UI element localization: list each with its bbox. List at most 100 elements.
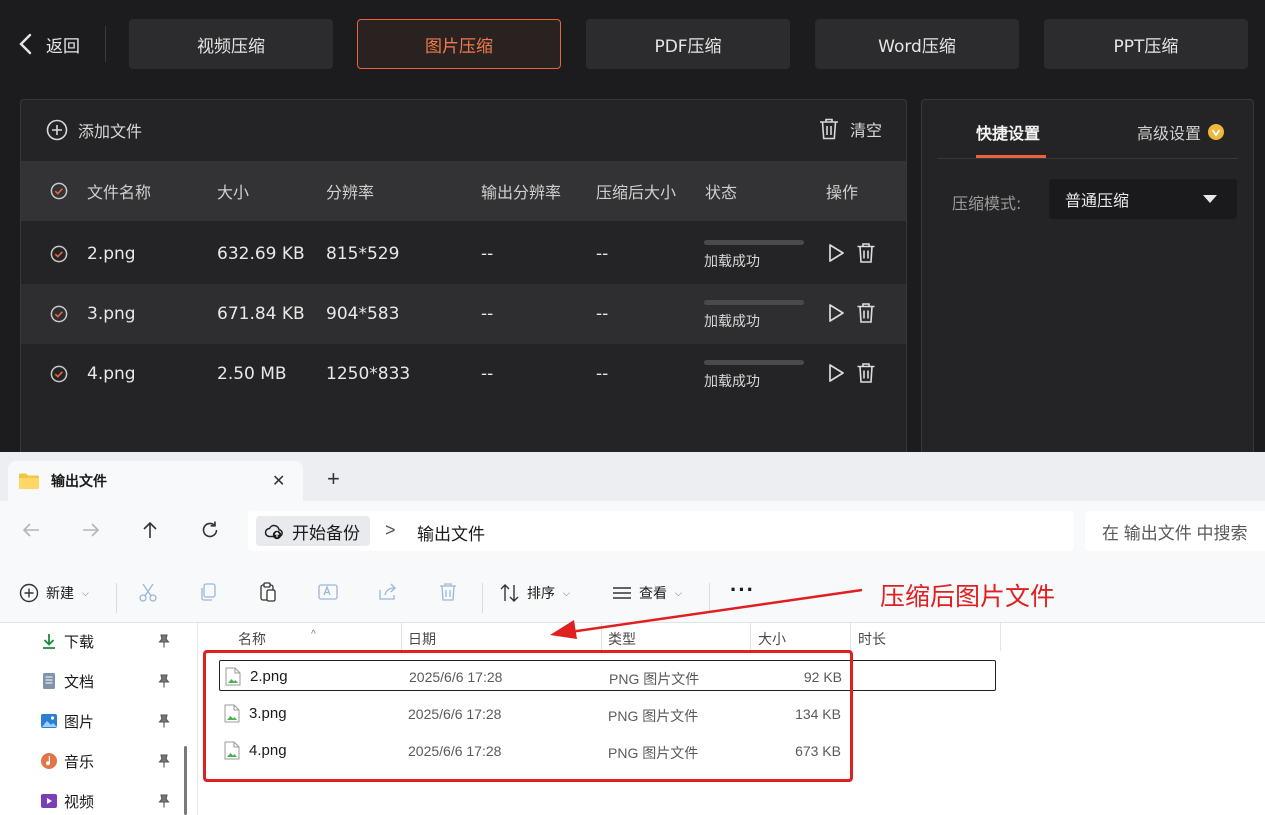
compression-app: 返回 视频压缩 图片压缩 PDF压缩 Word压缩 PPT压缩 添加文件 清空 … bbox=[0, 0, 1265, 452]
new-button[interactable]: 新建 ⌵ bbox=[18, 579, 89, 607]
sidebar-item-videos[interactable]: 视频 bbox=[40, 788, 94, 814]
delete-icon[interactable] bbox=[437, 581, 459, 603]
search-input[interactable]: 在 输出文件 中搜索 bbox=[1085, 511, 1265, 551]
table-row[interactable]: 3.png 671.84 KB 904*583 -- -- 加载成功 bbox=[21, 284, 906, 344]
tab-label: PDF压缩 bbox=[654, 36, 722, 57]
paste-icon[interactable] bbox=[257, 581, 279, 603]
tab-pdf-compress[interactable]: PDF压缩 bbox=[586, 19, 790, 69]
copy-icon[interactable] bbox=[197, 581, 219, 603]
col-filename: 文件名称 bbox=[87, 183, 152, 202]
folder-icon bbox=[19, 473, 39, 489]
back-arrow-icon[interactable] bbox=[20, 519, 42, 541]
annotation-highlight-box bbox=[203, 650, 853, 782]
column-divider[interactable] bbox=[1000, 623, 1001, 651]
chevron-left-icon bbox=[19, 33, 32, 55]
column-divider[interactable] bbox=[401, 623, 402, 651]
row-checkbox[interactable] bbox=[50, 224, 68, 284]
play-icon[interactable] bbox=[826, 362, 846, 384]
close-tab-icon[interactable]: ✕ bbox=[272, 471, 285, 491]
refresh-icon[interactable] bbox=[199, 519, 221, 541]
pin-icon[interactable] bbox=[158, 714, 170, 728]
row-checkbox[interactable] bbox=[50, 344, 68, 404]
trash-icon[interactable] bbox=[856, 242, 876, 264]
file-name: 2.png bbox=[87, 244, 136, 264]
table-header: 文件名称 大小 分辨率 输出分辨率 压缩后大小 状态 操作 bbox=[21, 161, 906, 221]
tab-advanced-settings[interactable]: 高级设置 bbox=[1137, 120, 1225, 144]
cut-icon[interactable] bbox=[137, 581, 159, 603]
new-tab-button[interactable]: + bbox=[327, 468, 340, 490]
explorer-tab[interactable]: 输出文件 ✕ bbox=[8, 461, 303, 501]
sidebar-item-downloads[interactable]: 下载 bbox=[40, 628, 94, 654]
sidebar-item-label: 图片 bbox=[64, 713, 95, 731]
navigation-bar: 开始备份 > 输出文件 在 输出文件 中搜索 bbox=[0, 501, 1265, 563]
table-row[interactable]: 2.png 632.69 KB 815*529 -- -- 加载成功 bbox=[21, 224, 906, 284]
tab-video-compress[interactable]: 视频压缩 bbox=[129, 19, 333, 69]
row-actions bbox=[826, 242, 876, 264]
add-file-label: 添加文件 bbox=[78, 122, 143, 141]
trash-icon[interactable] bbox=[856, 302, 876, 324]
sidebar-item-pictures[interactable]: 图片 bbox=[40, 708, 94, 734]
pin-icon[interactable] bbox=[158, 794, 170, 808]
navigation-pane: 下载 文档 图片 音乐 视频 bbox=[0, 623, 190, 815]
document-icon bbox=[43, 673, 55, 689]
status-text: 加载成功 bbox=[704, 314, 760, 330]
col-name[interactable]: 名称 bbox=[238, 629, 266, 649]
select-all-checkbox[interactable] bbox=[50, 161, 68, 221]
explorer-tab-bar: 输出文件 ✕ + bbox=[0, 452, 1265, 501]
file-resolution: 904*583 bbox=[326, 304, 400, 324]
sidebar-scrollbar[interactable] bbox=[184, 746, 187, 815]
advanced-label: 高级设置 bbox=[1137, 124, 1202, 143]
sort-icon bbox=[500, 584, 519, 602]
check-circle-icon bbox=[50, 182, 68, 200]
clear-button[interactable]: 清空 bbox=[818, 117, 882, 141]
share-icon[interactable] bbox=[377, 581, 399, 603]
progress-bar bbox=[704, 360, 804, 365]
tab-word-compress[interactable]: Word压缩 bbox=[815, 19, 1019, 69]
up-arrow-icon[interactable] bbox=[139, 519, 161, 541]
sidebar-item-label: 视频 bbox=[64, 793, 95, 811]
col-status: 状态 bbox=[705, 183, 738, 202]
pictures-icon bbox=[41, 714, 57, 728]
col-resolution: 分辨率 bbox=[326, 183, 375, 202]
rename-icon[interactable] bbox=[317, 581, 339, 603]
back-button[interactable]: 返回 bbox=[16, 20, 80, 68]
breadcrumb-root[interactable]: 开始备份 bbox=[256, 516, 370, 546]
check-circle-icon bbox=[50, 305, 68, 323]
divider bbox=[105, 26, 106, 62]
add-file-button[interactable]: 添加文件 bbox=[46, 118, 142, 142]
tab-label: Word压缩 bbox=[878, 36, 956, 57]
compressed-size: -- bbox=[596, 304, 609, 324]
trash-icon[interactable] bbox=[856, 362, 876, 384]
sidebar-item-label: 音乐 bbox=[64, 753, 95, 771]
pin-icon[interactable] bbox=[158, 754, 170, 768]
plus-circle-icon bbox=[19, 583, 39, 603]
file-size: 671.84 KB bbox=[217, 304, 305, 324]
status-text: 加载成功 bbox=[704, 374, 760, 390]
annotation-label: 压缩后图片文件 bbox=[880, 583, 1056, 611]
breadcrumb-current[interactable]: 输出文件 bbox=[417, 520, 485, 545]
tab-ppt-compress[interactable]: PPT压缩 bbox=[1044, 19, 1248, 69]
music-icon bbox=[41, 753, 57, 769]
sidebar-item-music[interactable]: 音乐 bbox=[40, 748, 94, 774]
trash-icon bbox=[819, 118, 838, 140]
download-icon bbox=[43, 634, 55, 649]
video-icon bbox=[41, 794, 57, 808]
address-bar[interactable]: 开始备份 > 输出文件 bbox=[248, 511, 1074, 551]
col-date[interactable]: 日期 bbox=[408, 629, 436, 649]
tab-image-compress[interactable]: 图片压缩 bbox=[357, 19, 561, 69]
pin-icon[interactable] bbox=[158, 674, 170, 688]
compression-mode-select[interactable]: 普通压缩 bbox=[1049, 179, 1237, 219]
status: 加载成功 bbox=[704, 360, 804, 391]
file-size: 632.69 KB bbox=[217, 244, 305, 264]
sidebar-item-documents[interactable]: 文档 bbox=[40, 668, 94, 694]
table-row[interactable]: 4.png 2.50 MB 1250*833 -- -- 加载成功 bbox=[21, 344, 906, 404]
play-icon[interactable] bbox=[826, 302, 846, 324]
tab-quick-settings[interactable]: 快捷设置 bbox=[976, 120, 1040, 144]
explorer-tab-title: 输出文件 bbox=[51, 473, 107, 489]
row-checkbox[interactable] bbox=[50, 284, 68, 344]
forward-arrow-icon[interactable] bbox=[80, 519, 102, 541]
play-icon[interactable] bbox=[826, 242, 846, 264]
file-resolution: 815*529 bbox=[326, 244, 400, 264]
pin-icon[interactable] bbox=[158, 634, 170, 648]
sidebar-item-label: 文档 bbox=[64, 673, 95, 691]
